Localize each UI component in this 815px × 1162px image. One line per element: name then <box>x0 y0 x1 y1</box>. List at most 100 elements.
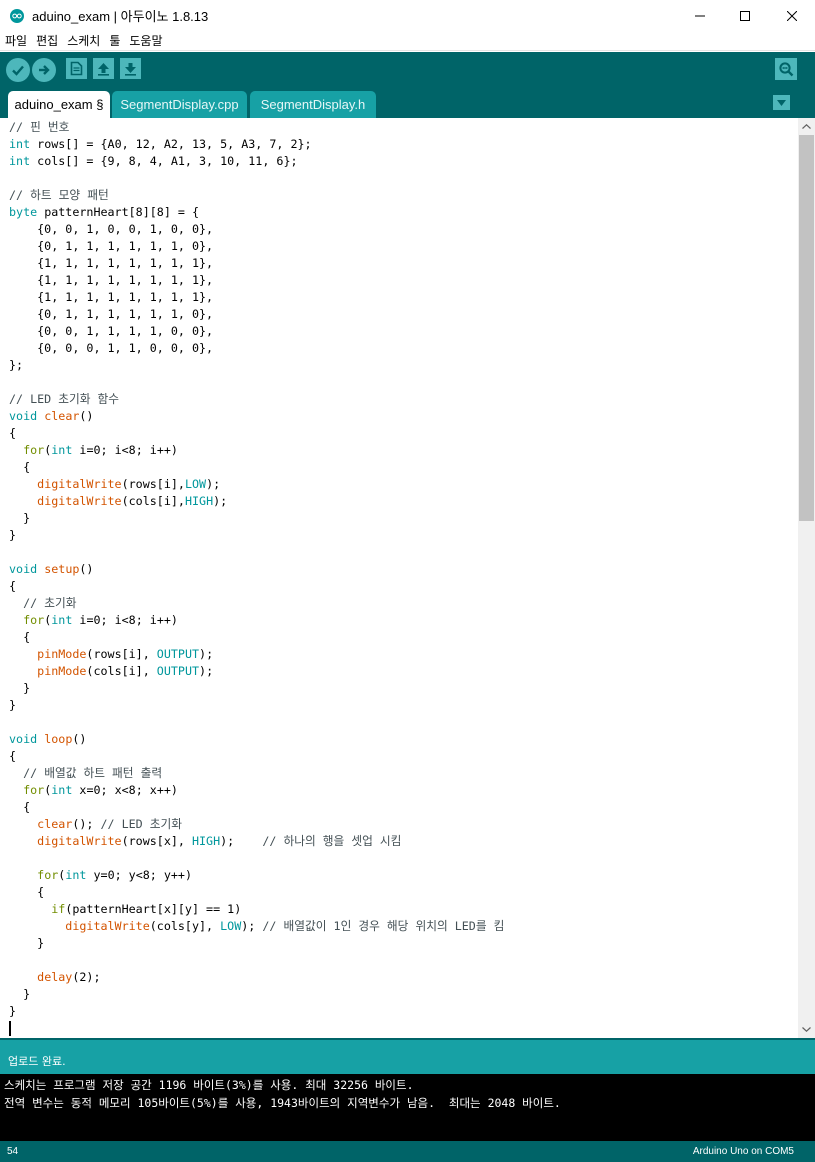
code-line[interactable]: {0, 0, 1, 1, 1, 1, 0, 0}, <box>9 323 504 340</box>
code-line[interactable]: for(int x=0; x<8; x++) <box>9 782 504 799</box>
code-line[interactable]: // 초기화 <box>9 595 504 612</box>
code-line[interactable]: void clear() <box>9 408 504 425</box>
menu-edit[interactable]: 편집 <box>31 32 62 49</box>
code-line[interactable]: {1, 1, 1, 1, 1, 1, 1, 1}, <box>9 289 504 306</box>
code-line[interactable]: digitalWrite(cols[i],HIGH); <box>9 493 504 510</box>
code-line[interactable]: {0, 0, 0, 1, 1, 0, 0, 0}, <box>9 340 504 357</box>
code-line[interactable]: digitalWrite(cols[y], LOW); // 배열값이 1인 경… <box>9 918 504 935</box>
code-line[interactable]: {0, 1, 1, 1, 1, 1, 1, 0}, <box>9 238 504 255</box>
save-button[interactable] <box>120 58 141 79</box>
code-line[interactable]: clear(); // LED 초기화 <box>9 816 504 833</box>
code-token: int <box>9 154 31 168</box>
chevron-down-icon <box>777 99 786 106</box>
code-line[interactable]: for(int i=0; i<8; i++) <box>9 442 504 459</box>
code-line[interactable]: { <box>9 884 504 901</box>
code-line[interactable]: pinMode(cols[i], OUTPUT); <box>9 663 504 680</box>
code-token: } <box>9 936 45 950</box>
code-line[interactable]: {1, 1, 1, 1, 1, 1, 1, 1}, <box>9 272 504 289</box>
code-line[interactable]: void setup() <box>9 561 504 578</box>
code-line[interactable]: // LED 초기화 함수 <box>9 391 504 408</box>
code-line[interactable]: // 핀 번호 <box>9 119 504 136</box>
code-token: LOW <box>184 477 207 491</box>
menu-tools[interactable]: 툴 <box>104 32 124 49</box>
code-line[interactable]: { <box>9 578 504 595</box>
code-token: { <box>9 630 31 644</box>
code-line[interactable]: {0, 0, 1, 0, 0, 1, 0, 0}, <box>9 221 504 238</box>
code-token: i=0; i<8; i++) <box>72 443 178 457</box>
code-token: (rows[i], <box>121 477 185 491</box>
scroll-up-button[interactable] <box>798 118 815 135</box>
maximize-button[interactable] <box>722 0 768 31</box>
code-line[interactable]: pinMode(rows[i], OUTPUT); <box>9 646 504 663</box>
code-line[interactable]: { <box>9 799 504 816</box>
code-line[interactable]: digitalWrite(rows[x], HIGH); // 하나의 행을 셋… <box>9 833 504 850</box>
menu-file[interactable]: 파일 <box>0 32 31 49</box>
tab-bar: aduino_exam § SegmentDisplay.cpp Segment… <box>0 89 815 118</box>
code-token: digitalWrite <box>37 477 122 491</box>
code-line[interactable]: // 배열값 하트 패턴 출력 <box>9 765 504 782</box>
code-line[interactable]: byte patternHeart[8][8] = { <box>9 204 504 221</box>
code-line[interactable] <box>9 544 504 561</box>
code-line[interactable] <box>9 952 504 969</box>
save-icon <box>125 62 136 76</box>
code-token: ); <box>199 664 214 678</box>
code-line[interactable]: digitalWrite(rows[i],LOW); <box>9 476 504 493</box>
console-output[interactable]: 스케치는 프로그램 저장 공간 1196 바이트(3%)를 사용. 최대 322… <box>0 1074 815 1141</box>
open-button[interactable] <box>93 58 114 79</box>
code-line[interactable] <box>9 850 504 867</box>
code-line[interactable]: for(int y=0; y<8; y++) <box>9 867 504 884</box>
verify-button[interactable] <box>6 58 30 82</box>
code-line[interactable]: void loop() <box>9 731 504 748</box>
code-line[interactable]: } <box>9 1003 504 1020</box>
code-line[interactable]: } <box>9 527 504 544</box>
upload-button[interactable] <box>32 58 56 82</box>
code-token: ); <box>241 919 263 933</box>
close-button[interactable] <box>769 0 815 31</box>
code-line[interactable]: { <box>9 748 504 765</box>
code-line[interactable]: { <box>9 459 504 476</box>
code-token: (rows[i], <box>86 647 157 661</box>
code-line[interactable]: { <box>9 629 504 646</box>
code-editor[interactable]: // 핀 번호 int rows[] = {A0, 12, A2, 13, 5, … <box>0 118 798 1038</box>
code-line[interactable]: }; <box>9 357 504 374</box>
tab-menu-button[interactable] <box>773 95 790 110</box>
code-line[interactable]: {0, 1, 1, 1, 1, 1, 1, 0}, <box>9 306 504 323</box>
line-number: 54 <box>7 1146 19 1157</box>
code-line[interactable]: } <box>9 510 504 527</box>
code-token: (); <box>72 817 101 831</box>
code-line[interactable]: } <box>9 986 504 1003</box>
code-line[interactable]: int rows[] = {A0, 12, A2, 13, 5, A3, 7, … <box>9 136 504 153</box>
scroll-down-button[interactable] <box>798 1021 815 1038</box>
code-line[interactable]: } <box>9 680 504 697</box>
code-line[interactable]: int cols[] = {9, 8, 4, A1, 3, 10, 11, 6}… <box>9 153 504 170</box>
text-cursor <box>9 1021 11 1036</box>
tab-segmentdisplay-h[interactable]: SegmentDisplay.h <box>250 91 376 118</box>
scroll-thumb[interactable] <box>799 135 814 521</box>
serial-monitor-button[interactable] <box>775 58 797 80</box>
menu-help[interactable]: 도움말 <box>124 32 166 49</box>
code-token: // 핀 번호 <box>9 120 70 134</box>
code-line[interactable] <box>9 374 504 391</box>
code-line[interactable]: { <box>9 425 504 442</box>
code-line[interactable]: } <box>9 935 504 952</box>
close-icon <box>787 10 797 21</box>
code-line[interactable]: delay(2); <box>9 969 504 986</box>
code-line[interactable] <box>9 170 504 187</box>
code-line[interactable] <box>9 1020 504 1037</box>
tab-aduino-exam[interactable]: aduino_exam § <box>8 91 110 118</box>
code-line[interactable]: for(int i=0; i<8; i++) <box>9 612 504 629</box>
code-text[interactable]: // 핀 번호 int rows[] = {A0, 12, A2, 13, 5, … <box>9 119 504 1037</box>
new-button[interactable] <box>66 58 87 79</box>
code-token: { <box>9 749 17 763</box>
console-line: 전역 변수는 동적 메모리 105바이트(5%)를 사용, 1943바이트의 지… <box>4 1096 561 1110</box>
code-line[interactable]: {1, 1, 1, 1, 1, 1, 1, 1}, <box>9 255 504 272</box>
code-line[interactable] <box>9 714 504 731</box>
minimize-button[interactable] <box>677 0 723 31</box>
code-line[interactable]: } <box>9 697 504 714</box>
menu-sketch[interactable]: 스케치 <box>62 32 104 49</box>
tab-segmentdisplay-cpp[interactable]: SegmentDisplay.cpp <box>112 91 247 118</box>
code-line[interactable]: if(patternHeart[x][y] == 1) <box>9 901 504 918</box>
editor-scrollbar[interactable] <box>798 118 815 1038</box>
code-line[interactable]: // 하트 모양 패턴 <box>9 187 504 204</box>
minimize-icon <box>695 15 705 16</box>
